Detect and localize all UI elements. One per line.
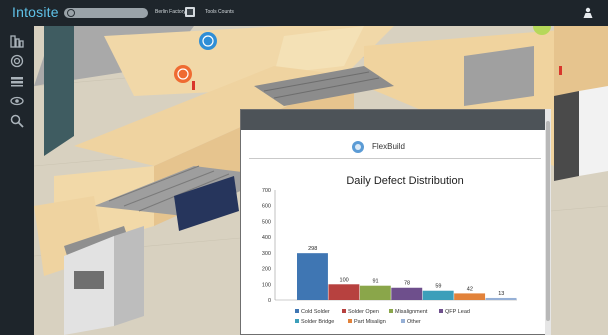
y-tick-label: 200 xyxy=(262,267,271,273)
panel-scrollbar[interactable] xyxy=(545,109,551,335)
legend-item: Solder Bridge xyxy=(301,319,334,325)
legend-swatch xyxy=(401,319,405,323)
data-label: 91 xyxy=(373,279,379,285)
search-icon[interactable] xyxy=(10,114,24,128)
bars-group xyxy=(297,253,517,300)
y-tick-label: 500 xyxy=(262,219,271,225)
legend-item: Cold Solder xyxy=(301,309,330,315)
legend-swatch xyxy=(348,319,352,323)
panel-header xyxy=(241,110,548,130)
qr-code-icon[interactable] xyxy=(185,7,195,17)
legend-swatch xyxy=(295,319,299,323)
data-label: 100 xyxy=(340,277,349,283)
legend-swatch xyxy=(389,309,393,313)
target-icon[interactable] xyxy=(10,54,24,68)
scrollbar-thumb[interactable] xyxy=(546,121,550,321)
defect-bar-chart: Daily Defect Distribution 0 100 200 300 400 5… xyxy=(262,175,517,325)
data-label: 59 xyxy=(435,284,441,290)
bar-part-misalign xyxy=(454,293,486,300)
y-axis-ticks: 0 100 200 300 400 500 600 700 xyxy=(262,188,271,304)
y-tick-label: 700 xyxy=(262,188,271,194)
panel-brand: FlexBuild xyxy=(372,142,405,151)
bar-other xyxy=(485,297,517,300)
y-tick-label: 600 xyxy=(262,204,271,210)
data-label: 298 xyxy=(308,246,317,252)
y-tick-label: 400 xyxy=(262,235,271,241)
bar-solder-bridge xyxy=(422,290,454,300)
legend-item: Misalignment xyxy=(395,309,428,315)
data-label: 42 xyxy=(467,286,473,292)
data-label: 13 xyxy=(498,291,504,297)
top-bar: Intosite Berlin Factory Tools Counts xyxy=(0,0,608,26)
bar-misalignment xyxy=(359,285,391,300)
legend-item: QFP Lead xyxy=(445,309,470,315)
search-input[interactable] xyxy=(64,8,148,18)
data-label: 78 xyxy=(404,281,410,287)
y-tick-label: 0 xyxy=(268,298,271,304)
legend-item: Other xyxy=(407,319,421,325)
flexbuild-logo-icon xyxy=(352,141,364,153)
legend-swatch xyxy=(439,309,443,313)
bar-cold-solder xyxy=(297,253,328,300)
app-title: Intosite xyxy=(12,4,59,20)
y-tick-label: 300 xyxy=(262,251,271,257)
bar-qfp-lead xyxy=(391,287,423,300)
legend-item: Solder Open xyxy=(348,309,379,315)
panel-divider xyxy=(249,158,541,159)
legend-item: Part Misalign xyxy=(354,319,386,325)
user-icon[interactable] xyxy=(582,7,594,19)
chart-legend: Cold Solder Solder Open Misalignment QFP Le… xyxy=(295,309,470,325)
legend-swatch xyxy=(342,309,346,313)
breadcrumb-tools[interactable]: Tools Counts xyxy=(205,9,234,15)
search-icon xyxy=(67,9,75,17)
eye-icon[interactable] xyxy=(10,94,24,108)
breadcrumb-factory[interactable]: Berlin Factory xyxy=(155,9,186,15)
legend-swatch xyxy=(295,309,299,313)
sidebar xyxy=(0,26,34,335)
chart-title: Daily Defect Distribution xyxy=(346,175,463,187)
defect-chart-panel: FlexBuild Daily Defect Distribution 0 100… xyxy=(240,109,549,335)
layers-icon[interactable] xyxy=(10,74,24,88)
factory-icon[interactable] xyxy=(10,34,24,48)
bar-solder-open xyxy=(328,284,360,300)
y-tick-label: 100 xyxy=(262,282,271,288)
